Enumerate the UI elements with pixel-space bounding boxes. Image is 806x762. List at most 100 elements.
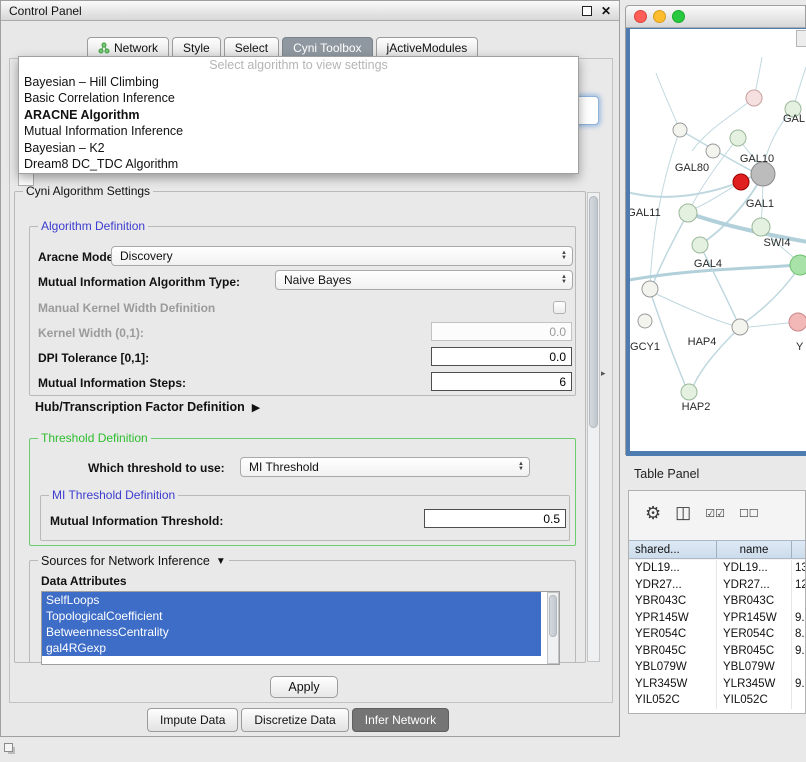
network-window-titlebar[interactable]: [626, 6, 805, 28]
aracne-mode-value: Discovery: [120, 249, 557, 263]
network-node[interactable]: [642, 281, 658, 297]
network-node[interactable]: [679, 204, 697, 222]
column-header[interactable]: shared...: [629, 541, 717, 558]
cell-value: [792, 659, 806, 676]
control-panel-titlebar[interactable]: Control Panel ✕: [1, 1, 619, 21]
table-rows[interactable]: YDL19... YDL19... 13 YDR27... YDR27... 1…: [629, 560, 806, 714]
table-row[interactable]: YDR27... YDR27... 12: [629, 577, 806, 594]
cell-name: YLR345W: [717, 676, 792, 693]
menu-item[interactable]: Dream8 DC_TDC Algorithm: [19, 156, 578, 173]
algorithm-dropdown-menu: Select algorithm to view settings Bayesi…: [18, 56, 579, 174]
mi-threshold-label: Mutual Information Threshold:: [50, 513, 223, 529]
close-traffic-light[interactable]: [634, 10, 647, 23]
menu-item[interactable]: Mutual Information Inference: [19, 123, 578, 140]
canvas-scrollbar-button[interactable]: [796, 30, 806, 47]
collapsed-arrow-icon: ▶: [252, 401, 260, 414]
network-node-hub[interactable]: [751, 162, 775, 186]
group-title: MI Threshold Definition: [49, 488, 178, 503]
mi-steps-input[interactable]: [431, 372, 572, 391]
network-node-labels: GAL80 GAL10 GAL1 GAL11 SWI4 GAL4 GCY1 HA…: [630, 113, 805, 413]
node-label: HAP2: [682, 401, 711, 413]
table-toolbar: ⚙ ◫ ☑☑ ☐☐: [629, 491, 806, 535]
columns-icon[interactable]: ◫: [675, 503, 691, 523]
network-graph[interactable]: GAL80 GAL10 GAL1 GAL11 SWI4 GAL4 GCY1 HA…: [630, 29, 806, 451]
list-item[interactable]: gal4RGexp: [42, 640, 541, 656]
resize-grip-icon[interactable]: [4, 743, 13, 752]
column-header[interactable]: [792, 541, 806, 558]
network-node[interactable]: [789, 313, 806, 331]
network-node[interactable]: [790, 255, 806, 275]
tab-infer-network[interactable]: Infer Network: [352, 708, 449, 732]
list-item[interactable]: SelfLoops: [42, 592, 541, 608]
combo-arrows-icon: ▲▼: [561, 251, 567, 261]
tab-label: jActiveModules: [387, 41, 468, 55]
table-row[interactable]: YBR045C YBR045C 9.: [629, 643, 806, 660]
mi-algorithm-type-select[interactable]: Naive Bayes ▲▼: [275, 270, 573, 290]
list-item[interactable]: BetweennessCentrality: [42, 624, 541, 640]
network-node[interactable]: [732, 319, 748, 335]
network-node[interactable]: [752, 218, 770, 236]
network-node[interactable]: [692, 237, 708, 253]
sources-section-toggle[interactable]: Sources for Network Inference ▼: [38, 553, 229, 569]
dpi-tolerance-input[interactable]: [431, 347, 572, 366]
zoom-traffic-light[interactable]: [672, 10, 685, 23]
apply-button[interactable]: Apply: [270, 676, 338, 698]
network-node-highlighted[interactable]: [733, 174, 749, 190]
kernel-width-input[interactable]: [431, 322, 572, 341]
table-row[interactable]: YDL19... YDL19... 13: [629, 560, 806, 577]
column-header[interactable]: name: [717, 541, 792, 558]
network-node[interactable]: [681, 384, 697, 400]
which-threshold-select[interactable]: MI Threshold ▲▼: [240, 457, 530, 477]
cell-shared-name: YIL052C: [629, 692, 717, 709]
list-scrollbar-thumb[interactable]: [549, 595, 557, 637]
cell-shared-name: YER054C: [629, 626, 717, 643]
manual-kernel-width-checkbox[interactable]: [553, 301, 566, 314]
minimize-traffic-light[interactable]: [653, 10, 666, 23]
table-row[interactable]: YLR345W YLR345W 9.: [629, 676, 806, 693]
splitter-arrow-icon[interactable]: ▸: [601, 368, 606, 379]
settings-scrollbar-thumb[interactable]: [589, 196, 598, 428]
control-panel-window: Control Panel ✕ Network Style Se: [0, 0, 620, 737]
cell-shared-name: YBR045C: [629, 643, 717, 660]
menu-item[interactable]: Basic Correlation Inference: [19, 90, 578, 107]
settings-scrollbar[interactable]: [587, 192, 600, 662]
table-row[interactable]: YIL052C YIL052C: [629, 692, 806, 709]
table-row[interactable]: YBR043C YBR043C: [629, 593, 806, 610]
sources-label: Sources for Network Inference: [41, 553, 210, 569]
cell-name: YBR045C: [717, 643, 792, 660]
tab-label: Impute Data: [160, 713, 225, 727]
network-canvas[interactable]: GAL80 GAL10 GAL1 GAL11 SWI4 GAL4 GCY1 HA…: [630, 29, 806, 451]
network-node[interactable]: [638, 314, 652, 328]
list-scrollbar[interactable]: [547, 592, 559, 664]
mi-threshold-input[interactable]: [424, 509, 566, 528]
close-icon[interactable]: ✕: [601, 5, 611, 17]
list-item[interactable]: TopologicalCoefficient: [42, 608, 541, 624]
select-all-checks-icon[interactable]: ☑☑: [705, 507, 725, 520]
table-row[interactable]: YPR145W YPR145W 9.: [629, 610, 806, 627]
tab-label: Style: [183, 41, 210, 55]
gear-icon[interactable]: ⚙: [645, 503, 661, 524]
menu-item[interactable]: Bayesian – K2: [19, 140, 578, 157]
tab-impute-data[interactable]: Impute Data: [147, 708, 238, 732]
mi-steps-label: Mutual Information Steps:: [38, 375, 186, 391]
float-window-icon[interactable]: [582, 6, 592, 16]
network-node[interactable]: [746, 90, 762, 106]
deselect-all-checks-icon[interactable]: ☐☐: [739, 507, 759, 520]
tab-discretize-data[interactable]: Discretize Data: [241, 708, 348, 732]
menu-item-selected[interactable]: ARACNE Algorithm: [19, 107, 578, 124]
cell-value: 8.: [792, 626, 806, 643]
hub-tf-section-toggle[interactable]: Hub/Transcription Factor Definition ▶: [35, 399, 260, 415]
network-node[interactable]: [673, 123, 687, 137]
table-row[interactable]: YBL079W YBL079W: [629, 659, 806, 676]
dpi-tolerance-label: DPI Tolerance [0,1]:: [38, 350, 149, 366]
network-node[interactable]: [730, 130, 746, 146]
data-attributes-list[interactable]: SelfLoops TopologicalCoefficient Between…: [41, 591, 560, 665]
network-node[interactable]: [706, 144, 720, 158]
cell-shared-name: YPR145W: [629, 610, 717, 627]
aracne-mode-select[interactable]: Discovery ▲▼: [111, 246, 573, 266]
menu-item[interactable]: Bayesian – Hill Climbing: [19, 74, 578, 91]
which-threshold-label: Which threshold to use:: [88, 460, 225, 476]
hub-tf-label: Hub/Transcription Factor Definition: [35, 399, 245, 415]
cell-name: YIL052C: [717, 692, 792, 709]
table-row[interactable]: YER054C YER054C 8.: [629, 626, 806, 643]
